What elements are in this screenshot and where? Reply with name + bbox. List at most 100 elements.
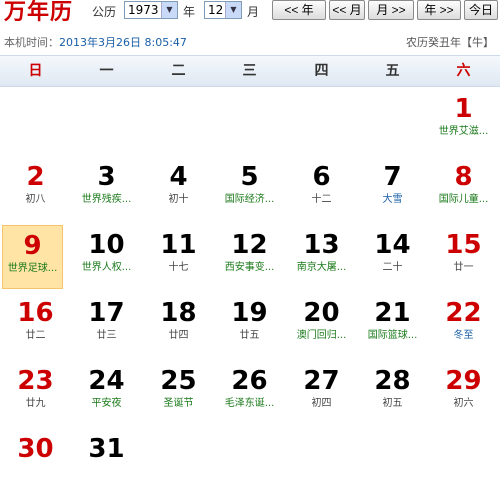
weekday-5: 五 [385, 63, 400, 79]
prev-month-button[interactable]: << 月 [329, 0, 365, 20]
day-annotation: 十七 [168, 262, 189, 273]
next-year-button[interactable]: 年 >> [417, 0, 461, 20]
next-month-button[interactable]: 月 >> [368, 0, 414, 20]
day-number: 24 [88, 366, 125, 396]
day-cell-20[interactable]: 20 澳门回归... [286, 293, 357, 357]
day-number: 3 [97, 162, 116, 192]
month-label: 月 [247, 5, 260, 19]
info-bar: 本机时间：2013年3月26日 8:05:47 农历癸丑年【牛】 [0, 32, 500, 50]
calendar-type-label: 公历 [92, 5, 117, 19]
weekday-0: 日 [28, 63, 43, 79]
day-number: 7 [383, 162, 402, 192]
day-cell-25[interactable]: 25 圣诞节 [143, 361, 214, 425]
day-number: 21 [374, 298, 411, 328]
day-cell-7[interactable]: 7 大雪 [357, 157, 428, 221]
weekday-4: 四 [314, 63, 329, 79]
day-annotation: 大雪 [382, 194, 403, 205]
day-cell-17[interactable]: 17 廿三 [71, 293, 142, 357]
day-number: 25 [160, 366, 197, 396]
day-cell-2[interactable]: 2 初八 [0, 157, 71, 221]
month-select-value: 12 [208, 3, 224, 17]
day-cell-24[interactable]: 24 平安夜 [71, 361, 142, 425]
day-number: 18 [160, 298, 197, 328]
day-number: 13 [303, 230, 340, 260]
day-annotation: 廿五 [239, 330, 260, 341]
chevron-down-icon[interactable]: ▼ [161, 2, 177, 18]
day-cell-5[interactable]: 5 国际经济... [214, 157, 285, 221]
day-annotation: 二十 [382, 262, 403, 273]
weekday-1: 一 [99, 63, 114, 79]
day-cell-26[interactable]: 26 毛泽东诞... [214, 361, 285, 425]
day-number: 17 [88, 298, 125, 328]
day-annotation: 初八 [25, 194, 46, 205]
day-number: 16 [17, 298, 54, 328]
day-cell-21[interactable]: 21 国际篮球... [357, 293, 428, 357]
day-cell-31[interactable]: 31 [71, 429, 142, 493]
day-annotation: 世界人权... [81, 262, 132, 273]
day-number: 26 [231, 366, 268, 396]
day-annotation: 初五 [382, 398, 403, 409]
day-number: 29 [445, 366, 482, 396]
day-number: 2 [26, 162, 45, 192]
year-select[interactable]: 1973 ▼ [124, 1, 178, 19]
top-toolbar: 万年历 公历 1973 ▼ 年 12 ▼ 月 << 年 << 月 月 >> 年 … [0, 0, 500, 25]
day-annotation: 初六 [453, 398, 474, 409]
day-number: 31 [88, 434, 125, 464]
day-number: 8 [454, 162, 473, 192]
day-annotation: 南京大屠... [296, 262, 347, 273]
day-cell-9[interactable]: 9 世界足球... [2, 225, 63, 289]
day-cell-3[interactable]: 3 世界残疾... [71, 157, 142, 221]
weekday-2: 二 [171, 63, 186, 79]
day-cell-11[interactable]: 11 十七 [143, 225, 214, 289]
today-button[interactable]: 今日 [464, 0, 498, 20]
day-annotation: 廿一 [453, 262, 474, 273]
day-number: 4 [169, 162, 188, 192]
day-cell-4[interactable]: 4 初十 [143, 157, 214, 221]
chevron-down-icon[interactable]: ▼ [225, 2, 241, 18]
day-cell-27[interactable]: 27 初四 [286, 361, 357, 425]
day-cell-15[interactable]: 15 廿一 [428, 225, 499, 289]
local-time-value: 2013年3月26日 8:05:47 [59, 36, 187, 49]
app-title: 万年历 [4, 0, 74, 25]
day-number: 22 [445, 298, 482, 328]
day-annotation: 西安事变... [224, 262, 275, 273]
day-cell-23[interactable]: 23 廿九 [0, 361, 71, 425]
month-select[interactable]: 12 ▼ [204, 1, 242, 19]
day-cell-18[interactable]: 18 廿四 [143, 293, 214, 357]
weekday-3: 三 [242, 63, 257, 79]
day-cell-16[interactable]: 16 廿二 [0, 293, 71, 357]
day-annotation: 初十 [168, 194, 189, 205]
weekday-header: 日一二三四五六 [0, 55, 500, 87]
day-annotation: 圣诞节 [163, 398, 194, 409]
prev-year-button[interactable]: << 年 [272, 0, 326, 20]
day-cell-10[interactable]: 10 世界人权... [71, 225, 142, 289]
day-cell-19[interactable]: 19 廿五 [214, 293, 285, 357]
day-annotation: 毛泽东诞... [224, 398, 275, 409]
day-annotation: 廿二 [25, 330, 46, 341]
day-annotation: 廿三 [96, 330, 117, 341]
day-number: 27 [303, 366, 340, 396]
day-number: 12 [231, 230, 268, 260]
day-number: 1 [454, 94, 473, 124]
day-cell-14[interactable]: 14 二十 [357, 225, 428, 289]
day-cell-13[interactable]: 13 南京大屠... [286, 225, 357, 289]
day-annotation: 国际篮球... [367, 330, 418, 341]
day-number: 14 [374, 230, 411, 260]
local-time-label: 本机时间： [4, 36, 59, 49]
day-cell-22[interactable]: 22 冬至 [428, 293, 499, 357]
day-cell-29[interactable]: 29 初六 [428, 361, 499, 425]
day-number: 19 [231, 298, 268, 328]
day-cell-1[interactable]: 1 世界艾滋... [428, 89, 499, 153]
day-number: 9 [23, 231, 42, 261]
day-annotation: 十二 [311, 194, 332, 205]
day-annotation: 国际经济... [224, 194, 275, 205]
day-cell-8[interactable]: 8 国际儿童... [428, 157, 499, 221]
lunar-year: 农历癸丑年【牛】 [406, 36, 494, 49]
day-number: 20 [303, 298, 340, 328]
day-cell-30[interactable]: 30 [0, 429, 71, 493]
day-number: 23 [17, 366, 54, 396]
day-cell-12[interactable]: 12 西安事变... [214, 225, 285, 289]
day-cell-28[interactable]: 28 初五 [357, 361, 428, 425]
year-label: 年 [183, 5, 196, 19]
day-cell-6[interactable]: 6 十二 [286, 157, 357, 221]
